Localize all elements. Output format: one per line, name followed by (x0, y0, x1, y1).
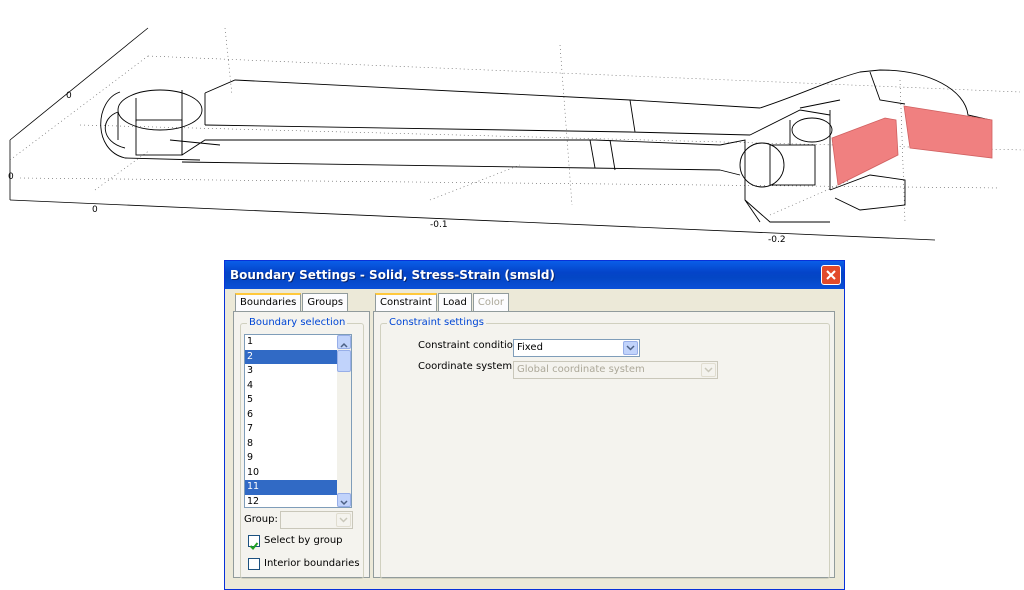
chevron-down-icon (701, 363, 716, 377)
chevron-down-icon (336, 513, 351, 527)
list-item[interactable]: 11 (245, 480, 337, 495)
coordinate-system-label: Coordinate system: (418, 361, 516, 372)
tab-color: Color (472, 293, 509, 312)
list-scrollbar[interactable] (337, 335, 351, 507)
left-tabbar: Boundaries Groups (235, 293, 349, 312)
interior-boundaries-checkbox[interactable] (248, 558, 260, 570)
tab-boundaries[interactable]: Boundaries (235, 293, 302, 312)
tab-load[interactable]: Load (437, 293, 472, 312)
tab-constraint[interactable]: Constraint (375, 293, 437, 312)
group-label: Group: (244, 514, 278, 525)
tab-groups[interactable]: Groups (302, 293, 349, 312)
axis-tick-label: 0 (8, 172, 14, 182)
axis-tick-label: -0.2 (768, 235, 786, 245)
dialog-title: Boundary Settings - Solid, Stress-Strain… (230, 268, 555, 282)
list-item[interactable]: 6 (245, 408, 337, 423)
list-item[interactable]: 5 (245, 393, 337, 408)
coordinate-system-select[interactable]: Global coordinate system (513, 361, 718, 379)
boundary-selection-legend: Boundary selection (247, 317, 348, 328)
axis-tick-label: -0.1 (430, 220, 448, 230)
list-item[interactable]: 12 (245, 495, 337, 508)
list-item[interactable]: 1 (245, 335, 337, 350)
select-by-group-label: Select by group (264, 535, 343, 546)
right-tabbar: Constraint Load Color (375, 293, 510, 312)
constraint-condition-label: Constraint condition: (418, 340, 523, 351)
list-item[interactable]: 4 (245, 379, 337, 394)
chevron-down-icon (340, 500, 348, 506)
checkmark-icon (249, 542, 259, 550)
constraint-condition-select[interactable]: Fixed (513, 339, 640, 357)
boundary-list[interactable]: 1 2 3 4 5 6 7 8 9 10 11 12 (244, 334, 352, 508)
list-item[interactable]: 10 (245, 466, 337, 481)
chevron-down-icon (623, 341, 638, 355)
select-by-group-checkbox[interactable] (248, 535, 260, 550)
axis-tick-label: 0 (92, 205, 98, 215)
list-item[interactable]: 9 (245, 451, 337, 466)
dialog-titlebar[interactable]: Boundary Settings - Solid, Stress-Strain… (225, 261, 844, 289)
close-button[interactable] (821, 265, 841, 285)
scroll-down-button[interactable] (337, 493, 351, 507)
group-select[interactable] (280, 511, 353, 529)
selected-boundary-faces (831, 105, 993, 186)
scroll-thumb[interactable] (337, 350, 351, 372)
list-item[interactable]: 8 (245, 437, 337, 452)
list-item[interactable]: 2 (245, 349, 337, 364)
scroll-up-button[interactable] (337, 335, 351, 349)
list-item[interactable]: 3 (245, 364, 337, 379)
list-item[interactable]: 7 (245, 422, 337, 437)
interior-boundaries-label: Interior boundaries (264, 558, 360, 569)
wrench-geometry (9, 27, 1024, 241)
close-icon (826, 270, 836, 280)
constraint-settings-legend: Constraint settings (387, 317, 486, 328)
geometry-viewport[interactable]: 0 0 0 -0.1 -0.2 (0, 0, 1024, 260)
axis-tick-label: 0 (66, 91, 72, 101)
